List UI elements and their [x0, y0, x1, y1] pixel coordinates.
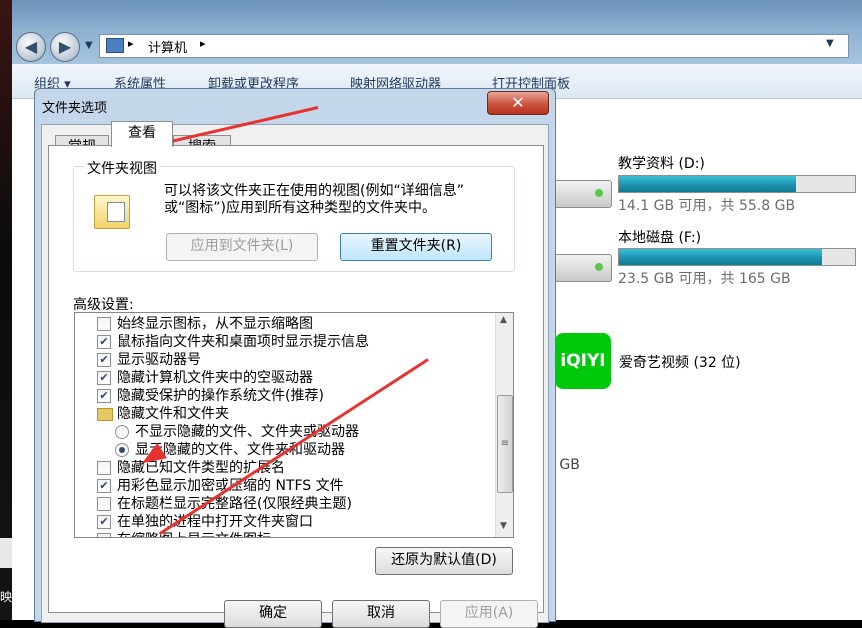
apply-button[interactable]: 应用(A): [440, 600, 538, 628]
drive-f-usage-bar: [618, 248, 856, 266]
folder-options-dialog: 文件夹选项 ✕ 常规 查看 搜索 文件夹视图 可以将该文件夹正在使用的视图(例如…: [34, 88, 556, 628]
advanced-setting-label: 在单独的进程中打开文件夹窗口: [117, 514, 313, 530]
advanced-settings-list[interactable]: 始终显示图标，从不显示缩略图 ✔ 鼠标指向文件夹和桌面项时显示提示信息 ✔ 显示驱动器号…: [74, 312, 514, 538]
advanced-setting-row[interactable]: 不显示隐藏的文件、文件夹或驱动器: [75, 423, 495, 441]
drive-f-space: 23.5 GB 可用，共 165 GB: [618, 271, 791, 287]
advanced-setting-label: 隐藏受保护的操作系统文件(推荐): [117, 388, 324, 404]
hard-disk-icon: [554, 254, 612, 282]
breadcrumb-computer[interactable]: 计算机: [148, 37, 187, 56]
advanced-setting-row[interactable]: ✔ 用彩色显示加密或压缩的 NTFS 文件: [75, 477, 495, 495]
drive-d-space: 14.1 GB 可用，共 55.8 GB: [618, 198, 796, 214]
checkbox-checked[interactable]: ✔: [97, 515, 111, 529]
folder-view-icon: [94, 195, 130, 229]
checkbox-checked[interactable]: ✔: [97, 371, 111, 385]
advanced-setting-row[interactable]: 在缩略图上显示文件图标: [75, 531, 495, 537]
advanced-setting-row[interactable]: ✔ 隐藏计算机文件夹中的空驱动器: [75, 369, 495, 387]
checkbox-unchecked[interactable]: [97, 497, 111, 511]
advanced-setting-row[interactable]: 始终显示图标，从不显示缩略图: [75, 315, 495, 333]
close-icon[interactable]: ✕: [487, 91, 549, 115]
drive-d-usage-bar: [618, 175, 856, 193]
advanced-setting-row[interactable]: 隐藏文件和文件夹: [75, 405, 495, 423]
checkbox-unchecked[interactable]: [97, 533, 111, 537]
scroll-thumb[interactable]: ≡: [497, 395, 513, 493]
restore-defaults-button[interactable]: 还原为默认值(D): [375, 547, 513, 575]
advanced-setting-row[interactable]: 隐藏已知文件类型的扩展名: [75, 459, 495, 477]
drive-f-name[interactable]: 本地磁盘 (F:): [618, 227, 701, 247]
tab-view[interactable]: 查看: [111, 121, 173, 147]
checkbox-unchecked[interactable]: [97, 317, 111, 331]
list-scrollbar[interactable]: ▲ ≡ ▼: [495, 313, 513, 537]
advanced-setting-row[interactable]: ✔ 显示驱动器号: [75, 351, 495, 369]
apply-to-folders-button[interactable]: 应用到文件夹(L): [166, 233, 318, 261]
drive-d-name[interactable]: 教学资料 (D:): [618, 153, 705, 173]
advanced-settings-label: 高级设置:: [73, 297, 134, 313]
checkbox-checked[interactable]: ✔: [97, 335, 111, 349]
scroll-down-icon[interactable]: ▼: [500, 521, 507, 531]
ok-button[interactable]: 确定: [224, 600, 322, 628]
checkbox-checked[interactable]: ✔: [97, 389, 111, 403]
advanced-setting-label: 显示驱动器号: [117, 352, 201, 368]
history-dropdown-icon[interactable]: ▼: [85, 40, 93, 51]
back-button[interactable]: ◀: [16, 32, 46, 62]
dialog-body: 常规 查看 搜索 文件夹视图 可以将该文件夹正在使用的视图(例如“详细信息” 或…: [41, 121, 549, 628]
folder-icon: [97, 408, 113, 421]
breadcrumb-separator-icon[interactable]: ▸: [128, 37, 134, 50]
drive-f-usage-fill: [619, 249, 822, 265]
radio-unselected[interactable]: [115, 425, 129, 439]
advanced-setting-label: 始终显示图标，从不显示缩略图: [117, 316, 313, 332]
folder-views-desc-1: 可以将该文件夹正在使用的视图(例如“详细信息”: [164, 183, 464, 199]
checkbox-unchecked[interactable]: [97, 461, 111, 475]
advanced-setting-row[interactable]: ✔ 在单独的进程中打开文件夹窗口: [75, 513, 495, 531]
forward-button[interactable]: ▶: [50, 32, 80, 62]
iqiyi-app-name[interactable]: 爱奇艺视频 (32 位): [619, 352, 741, 372]
checkbox-checked[interactable]: ✔: [97, 353, 111, 367]
advanced-setting-label: 在标题栏显示完整路径(仅限经典主题): [117, 496, 352, 512]
advanced-setting-label: 在缩略图上显示文件图标: [117, 531, 271, 537]
folder-views-legend: 文件夹视图: [84, 158, 160, 178]
advanced-setting-label: 隐藏文件和文件夹: [117, 406, 229, 422]
breadcrumb-chevron-icon[interactable]: ▸: [200, 37, 206, 50]
dialog-title: 文件夹选项: [42, 101, 108, 116]
cancel-button[interactable]: 取消: [332, 600, 430, 628]
advanced-setting-row[interactable]: ✔ 隐藏受保护的操作系统文件(推荐): [75, 387, 495, 405]
checkbox-checked[interactable]: ✔: [97, 479, 111, 493]
scroll-up-icon[interactable]: ▲: [500, 315, 507, 325]
computer-icon: [106, 38, 124, 53]
drive-d-usage-fill: [619, 176, 796, 192]
view-tab-panel: 文件夹视图 可以将该文件夹正在使用的视图(例如“详细信息” 或“图标”)应用到所…: [48, 145, 544, 613]
iqiyi-app-icon[interactable]: iQIYI: [555, 333, 611, 389]
advanced-setting-label: 显示隐藏的文件、文件夹和驱动器: [135, 442, 345, 458]
folder-views-desc-2: 或“图标”)应用到所有这种类型的文件夹中。: [164, 200, 436, 216]
advanced-setting-row[interactable]: ✔ 鼠标指向文件夹和桌面项时显示提示信息: [75, 333, 495, 351]
hard-disk-icon: [554, 180, 612, 208]
address-bar[interactable]: ▸ 计算机 ▸ ▼: [99, 34, 849, 58]
radio-selected[interactable]: [115, 443, 129, 457]
folder-views-group: 文件夹视图 可以将该文件夹正在使用的视图(例如“详细信息” 或“图标”)应用到所…: [73, 158, 515, 272]
advanced-setting-label: 隐藏计算机文件夹中的空驱动器: [117, 370, 313, 386]
advanced-setting-label: 鼠标指向文件夹和桌面项时显示提示信息: [117, 334, 369, 350]
address-dropdown-icon[interactable]: ▼: [826, 38, 834, 49]
advanced-setting-row[interactable]: 在标题栏显示完整路径(仅限经典主题): [75, 495, 495, 513]
reset-folders-button[interactable]: 重置文件夹(R): [340, 233, 492, 261]
explorer-titlebar: ◀ ▶ ▼ ▸ 计算机 ▸ ▼: [12, 0, 862, 64]
